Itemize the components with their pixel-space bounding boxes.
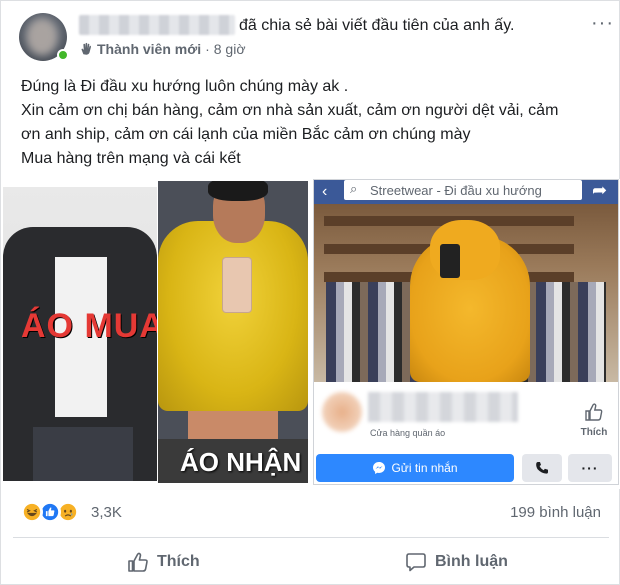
reactions-bar: 3,3K 199 bình luận xyxy=(1,495,620,533)
call-button xyxy=(522,454,562,482)
post-meta: Thành viên mới · 8 giờ xyxy=(79,41,246,57)
like-button[interactable]: Thích xyxy=(127,547,200,577)
more-options-icon: ··· xyxy=(568,454,612,482)
author-action-text: đã chia sẻ bài viết đầu tiên của anh ấy. xyxy=(239,17,515,34)
shop-category: Cửa hàng quần áo xyxy=(370,428,446,438)
meta-separator: · xyxy=(205,41,210,57)
shop-avatar-blurred xyxy=(322,392,362,432)
divider xyxy=(13,537,609,538)
belly-shape xyxy=(188,411,278,441)
waving-hand-icon xyxy=(81,42,92,55)
post-actions: Thích Bình luận xyxy=(1,541,620,581)
comment-count[interactable]: 199 bình luận xyxy=(510,504,601,521)
send-message-label: Gửi tin nhắn xyxy=(391,461,458,475)
hair-shape xyxy=(208,181,268,201)
ellipsis-icon[interactable]: ··· xyxy=(591,13,614,33)
photo-gallery: ÁO MUA ÁO NHẬN ‹ ⌕ Streetwear - Đi đầu x… xyxy=(1,179,620,489)
thumbs-up-icon xyxy=(585,403,603,421)
photo-shop-page-screenshot[interactable]: ‹ ⌕ Streetwear - Đi đầu xu hướng ➦ Cửa h… xyxy=(313,179,619,485)
post-body-line: Đúng là Đi đầu xu hướng luôn chúng mày a… xyxy=(21,78,349,95)
search-icon: ⌕ xyxy=(350,181,358,196)
comment-label: Bình luận xyxy=(435,553,508,570)
jeans-shape xyxy=(33,427,133,481)
post-body-line: Mua hàng trên mạng và cái kết xyxy=(21,150,241,167)
thumbs-up-icon xyxy=(128,552,148,572)
new-member-badge[interactable]: Thành viên mới xyxy=(97,41,201,57)
author-name-blurred[interactable] xyxy=(79,15,235,35)
messenger-icon xyxy=(373,462,386,474)
post-body-line: Xin cảm ơn chị bán hàng, cảm ơn nhà sản … xyxy=(21,102,559,119)
phone-icon xyxy=(536,462,548,474)
post-time[interactable]: 8 giờ xyxy=(214,41,246,57)
shop-info-panel: Cửa hàng quần áo Thích Gửi tin nhắn ··· xyxy=(314,382,618,484)
shop-search-text: Streetwear - Đi đầu xu hướng xyxy=(370,183,542,198)
shop-search-bar: ⌕ Streetwear - Đi đầu xu hướng xyxy=(344,180,582,200)
share-arrow-icon: ➦ xyxy=(592,180,608,200)
photo-ordered-jacket[interactable]: ÁO MUA xyxy=(3,187,157,481)
shop-name-blurred xyxy=(368,392,518,422)
send-message-button: Gửi tin nhắn xyxy=(316,454,514,482)
phone-shape xyxy=(222,257,252,313)
speech-bubble-icon xyxy=(406,553,426,572)
like-label: Thích xyxy=(157,553,200,570)
post-body-line: ơn anh ship, cảm ơn cái lạnh của miền Bắ… xyxy=(21,126,471,143)
reaction-count[interactable]: 3,3K xyxy=(91,504,122,521)
post-header: đã chia sẻ bài viết đầu tiên của anh ấy.… xyxy=(1,1,620,67)
yellow-jacket-shape xyxy=(158,221,308,411)
shop-cover-photo xyxy=(314,204,618,382)
phone-shape xyxy=(440,244,460,278)
feed-post: đã chia sẻ bài viết đầu tiên của anh ấy.… xyxy=(0,0,620,585)
reaction-icons[interactable] xyxy=(21,501,85,525)
post-body: Đúng là Đi đầu xu hướng luôn chúng mày a… xyxy=(21,75,611,171)
shop-like-button: Thích xyxy=(576,402,612,440)
haha-reaction-icon xyxy=(21,501,43,523)
comment-button[interactable]: Bình luận xyxy=(405,547,508,577)
online-status-dot xyxy=(57,49,69,61)
shop-topbar: ‹ ⌕ Streetwear - Đi đầu xu hướng ➦ xyxy=(314,180,618,204)
back-arrow-icon: ‹ xyxy=(322,183,328,200)
avatar-blur xyxy=(27,19,57,55)
shop-like-label: Thích xyxy=(580,427,608,438)
photo-label-ordered: ÁO MUA xyxy=(21,307,157,345)
photo-label-received: ÁO NHẬN xyxy=(180,447,302,477)
photo-received-jacket[interactable]: ÁO NHẬN xyxy=(158,181,308,483)
